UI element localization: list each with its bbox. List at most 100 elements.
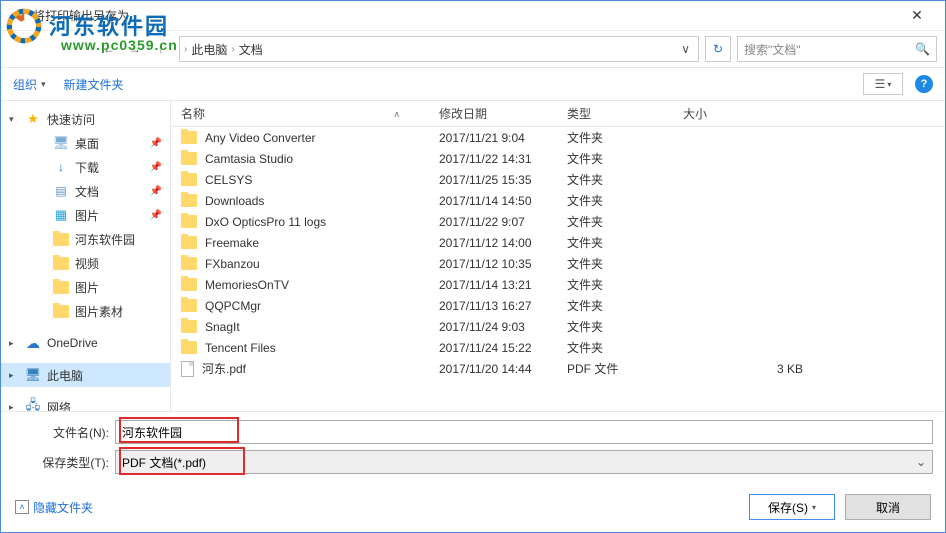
desktop-icon: 🖥 [53,135,69,151]
breadcrumb[interactable]: › 此电脑 › 文档 ∨ [179,36,699,62]
sidebar-item[interactable]: ↓下载📌 [29,155,170,179]
file-date: 2017/11/13 16:27 [429,299,557,313]
sidebar-item[interactable]: ▦图片📌 [29,203,170,227]
sidebar-item-label: 图片 [75,279,99,296]
file-row[interactable]: DxO OpticsPro 11 logs2017/11/22 9:07文件夹 [171,211,945,232]
column-type[interactable]: 类型 [557,105,673,122]
filetype-label: 保存类型(T): [13,454,115,471]
file-name: Camtasia Studio [205,152,293,166]
file-date: 2017/11/21 9:04 [429,131,557,145]
file-date: 2017/11/25 15:35 [429,173,557,187]
quick-access-header[interactable]: ▾ ★ 快速访问 [1,107,170,131]
list-view-icon: ☰ [875,77,886,91]
sidebar-item-label: 河东软件园 [75,231,135,248]
chevron-down-icon: ▾ [812,503,816,512]
filename-input[interactable]: 河东软件园 [115,420,933,444]
sidebar-item[interactable]: 🖥桌面📌 [29,131,170,155]
sidebar-item[interactable]: ▤文档📌 [29,179,170,203]
file-date: 2017/11/14 13:21 [429,278,557,292]
chevron-right-icon: › [231,44,234,55]
nav-back-button[interactable]: ← [97,37,121,61]
refresh-button[interactable]: ↻ [705,36,731,62]
sidebar-item[interactable]: 图片 [29,275,170,299]
sidebar-item-label: 视频 [75,255,99,272]
sidebar-item-label: 桌面 [75,135,99,152]
close-button[interactable]: ✕ [897,2,937,30]
file-row[interactable]: Any Video Converter2017/11/21 9:04文件夹 [171,127,945,148]
file-row[interactable]: Tencent Files2017/11/24 15:22文件夹 [171,337,945,358]
file-name: DxO OpticsPro 11 logs [205,215,326,229]
file-type: 文件夹 [557,297,673,314]
column-size[interactable]: 大小 [673,105,813,122]
chevron-right-icon: ▸ [9,402,19,412]
pin-icon: 📌 [150,210,162,221]
folder-icon [53,279,69,295]
file-type: 文件夹 [557,234,673,251]
sidebar-item[interactable]: 图片素材 [29,299,170,323]
nav-up-button[interactable]: ↑ [149,37,173,61]
file-row[interactable]: Freemake2017/11/12 14:00文件夹 [171,232,945,253]
file-row[interactable]: FXbanzou2017/11/12 10:35文件夹 [171,253,945,274]
cloud-icon: ☁ [25,335,41,351]
folder-icon [181,194,197,207]
file-row[interactable]: Downloads2017/11/14 14:50文件夹 [171,190,945,211]
cancel-button[interactable]: 取消 [845,494,931,520]
view-options-button[interactable]: ☰ ▾ [863,73,903,95]
file-name: MemoriesOnTV [205,278,289,292]
file-name: Downloads [205,194,264,208]
sidebar-item-label: 文档 [75,183,99,200]
file-date: 2017/11/22 9:07 [429,215,557,229]
window-title: 将打印输出另存为 [33,7,897,24]
download-icon: ↓ [53,159,69,175]
column-name[interactable]: 名称 ʌ [171,105,429,122]
file-name: SnagIt [205,320,240,334]
file-date: 2017/11/12 10:35 [429,257,557,271]
file-row[interactable]: Camtasia Studio2017/11/22 14:31文件夹 [171,148,945,169]
folder-icon [181,215,197,228]
file-type: PDF 文件 [557,360,673,377]
folder-icon [181,131,197,144]
file-row[interactable]: SnagIt2017/11/24 9:03文件夹 [171,316,945,337]
file-name: 河东.pdf [202,360,246,377]
breadcrumb-segment[interactable]: 此电脑 [191,41,227,58]
folder-icon [181,257,197,270]
sort-asc-icon: ʌ [395,109,400,119]
file-size: 3 KB [673,362,813,376]
file-row[interactable]: MemoriesOnTV2017/11/14 13:21文件夹 [171,274,945,295]
chevron-down-icon: ▾ [41,79,46,90]
help-button[interactable]: ? [915,75,933,93]
hide-folders-link[interactable]: ˄ 隐藏文件夹 [15,499,93,516]
file-type: 文件夹 [557,339,673,356]
file-row[interactable]: QQPCMgr2017/11/13 16:27文件夹 [171,295,945,316]
column-date[interactable]: 修改日期 [429,105,557,122]
network-item[interactable]: ▸ 🖧 网络 [1,395,170,411]
save-button[interactable]: 保存(S) ▾ [749,494,835,520]
folder-icon [53,303,69,319]
nav-forward-button[interactable]: → [123,37,147,61]
chevron-up-icon: ˄ [15,500,29,514]
file-row[interactable]: CELSYS2017/11/25 15:35文件夹 [171,169,945,190]
breadcrumb-segment[interactable]: 文档 [239,41,263,58]
chevron-right-icon: › [184,44,187,55]
pin-icon: 📌 [150,162,162,173]
filetype-select[interactable]: PDF 文档(*.pdf) ⌄ [115,450,933,474]
sidebar-item[interactable]: 河东软件园 [29,227,170,251]
organize-menu[interactable]: 组织 ▾ [13,76,46,93]
breadcrumb-dropdown[interactable]: ∨ [677,42,694,56]
file-row[interactable]: 河东.pdf2017/11/20 14:44PDF 文件3 KB [171,358,945,379]
toolbar: 组织 ▾ 新建文件夹 ☰ ▾ ? [1,67,945,101]
search-icon[interactable]: 🔍 [915,42,930,56]
file-name: Any Video Converter [205,131,316,145]
file-icon [181,361,194,377]
onedrive-item[interactable]: ▸ ☁ OneDrive [1,331,170,355]
this-pc-item[interactable]: ▸ 🖥 此电脑 [1,363,170,387]
search-input[interactable]: 搜索"文档" 🔍 [737,36,937,62]
save-form: 文件名(N): 河东软件园 保存类型(T): PDF 文档(*.pdf) ⌄ [1,411,945,484]
file-type: 文件夹 [557,150,673,167]
file-name: Freemake [205,236,259,250]
dialog-footer: ˄ 隐藏文件夹 保存(S) ▾ 取消 [1,484,945,530]
new-folder-button[interactable]: 新建文件夹 [64,76,124,93]
picture-icon: ▦ [53,207,69,223]
sidebar-item[interactable]: 视频 [29,251,170,275]
pin-icon: 📌 [150,186,162,197]
